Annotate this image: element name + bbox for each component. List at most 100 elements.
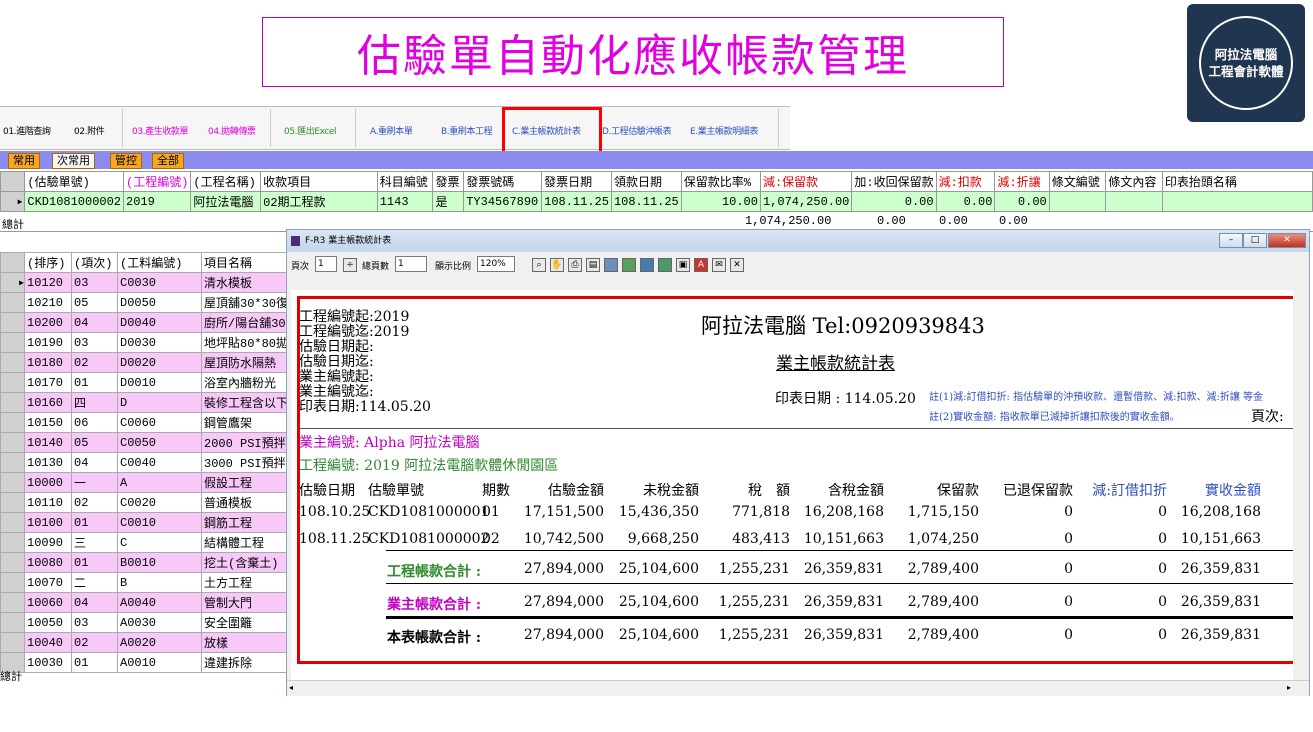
col-invoice[interactable]: 發票: [432, 171, 465, 192]
col-project-name[interactable]: (工程名稱): [190, 171, 262, 192]
table-row[interactable]: ▶ CKD1081000002 2019 阿拉法電腦 02期工程款 1143 是…: [0, 191, 1313, 212]
banner-title: 估驗單自動化應收帳款管理: [357, 31, 909, 82]
col-discount[interactable]: 減:折讓: [994, 171, 1050, 192]
summary-discount: 0.00: [999, 214, 1028, 228]
summary-deduction: 0.00: [939, 214, 968, 228]
close-report-icon[interactable]: ✕: [730, 258, 744, 272]
hand-icon[interactable]: ✋: [550, 258, 564, 272]
horizontal-scrollbar[interactable]: ◂ ▸: [287, 680, 1309, 696]
tab-all[interactable]: 全部: [152, 153, 184, 169]
toolbar-refresh-doc[interactable]: A.重刷本單: [370, 124, 413, 137]
list-item[interactable]: 10030 01 A0010 違建拆除: [0, 652, 301, 673]
col-project-no[interactable]: (工程編號): [123, 171, 192, 192]
col-clause-content[interactable]: 條文內容: [1105, 171, 1163, 192]
row-indicator-icon: ▶: [0, 191, 26, 212]
tab-common[interactable]: 常用: [8, 153, 40, 169]
list-item[interactable]: 10140 05 C0050 2000 PSI預拌混: [0, 432, 301, 453]
list-item[interactable]: ▶ 10120 03 C0030 清水模板: [0, 272, 301, 293]
vertical-scrollbar[interactable]: [1293, 290, 1307, 680]
toolbar-generate-receipt[interactable]: 03.產生收款單: [132, 124, 189, 137]
row-indicator-icon: ▶: [0, 272, 25, 293]
pdf-icon[interactable]: A: [694, 258, 708, 272]
col-receipt-item[interactable]: 收款項目: [260, 171, 378, 192]
list-item[interactable]: 10180 02 D0020 屋頂防水隔熱: [0, 352, 301, 373]
left-summary-label: 總計: [0, 670, 22, 683]
page-input[interactable]: 1: [315, 256, 337, 272]
excel-icon[interactable]: [622, 258, 636, 272]
list-item[interactable]: 10090 三 C 結構體工程: [0, 532, 301, 553]
list-item[interactable]: 10170 01 D0010 浴室內牆粉光: [0, 372, 301, 393]
tab-bar: 常用 次常用 管控 全部: [0, 151, 1313, 169]
html-icon[interactable]: [658, 258, 672, 272]
toolbar-export-excel[interactable]: 05.匯出Excel: [284, 124, 337, 137]
col-retention-rate[interactable]: 保留款比率%: [680, 171, 761, 192]
summary-retention: 1,074,250.00: [745, 214, 832, 228]
list-item[interactable]: 10190 03 D0030 地坪貼80*80拋: [0, 332, 301, 353]
highlight-box: [502, 107, 602, 156]
col-print-title[interactable]: 印表抬頭名稱: [1161, 171, 1313, 192]
col-collect-date[interactable]: 領款日期: [610, 171, 682, 192]
col-account-no[interactable]: 科目編號: [376, 171, 434, 192]
main-toolbar: 01.進階查詢 02.附件 03.產生收款單 04.拋轉傳票 05.匯出Exce…: [0, 106, 790, 150]
col-invoice-no[interactable]: 發票號碼: [463, 171, 543, 192]
col-clause-no[interactable]: 條文編號: [1048, 171, 1107, 192]
report-highlight-box: [297, 296, 1302, 664]
toolbar-refresh-project[interactable]: B.重刷本工程: [441, 124, 493, 137]
list-item[interactable]: 10100 01 C0010 鋼筋工程: [0, 512, 301, 533]
print-icon[interactable]: ⎙: [568, 258, 582, 272]
text-icon[interactable]: ▣: [676, 258, 690, 272]
list-item[interactable]: 10160 四 D 裝修工程含以下: [0, 392, 301, 413]
list-item[interactable]: 10150 06 C0060 鋼管鷹架: [0, 412, 301, 433]
list-item[interactable]: 10110 02 C0020 普通模板: [0, 492, 301, 513]
page-spin-icon[interactable]: ÷: [343, 258, 357, 272]
toolbar-owner-detail[interactable]: E.業主帳款明細表: [690, 124, 758, 137]
list-item[interactable]: 10130 04 C0040 3000 PSI預拌混: [0, 452, 301, 473]
col-sort[interactable]: (排序): [24, 252, 72, 273]
col-doc-no[interactable]: (估驗單號): [24, 171, 125, 192]
list-item[interactable]: 10080 01 B0010 挖土(含棄土): [0, 552, 301, 573]
total-pages-input: 1: [395, 256, 427, 272]
col-retention[interactable]: 減:保留款: [759, 171, 853, 192]
zoom-select[interactable]: 120%: [477, 256, 515, 272]
maximize-button[interactable]: □: [1243, 233, 1267, 248]
company-logo: 阿拉法電腦 工程會計軟體: [1187, 4, 1305, 122]
logo-circle: 阿拉法電腦 工程會計軟體: [1199, 16, 1293, 110]
receipt-grid: (估驗單號) (工程編號) (工程名稱) 收款項目 科目編號 發票 發票號碼 發…: [0, 171, 1313, 212]
report-window[interactable]: F-R3 業主帳款統計表 – □ ✕ 頁次 1 ÷ 總頁數 1 顯示比例 120…: [286, 229, 1310, 696]
toolbar-attachments[interactable]: 02.附件: [74, 124, 105, 137]
window-title: F-R3 業主帳款統計表: [305, 236, 392, 246]
export-icon[interactable]: [604, 258, 618, 272]
summary-label: 總計: [2, 218, 24, 231]
zoom-label: 顯示比例: [435, 262, 472, 272]
toolbar-offset-report[interactable]: D.工程估驗沖帳表: [602, 124, 672, 137]
col-deduction[interactable]: 減:扣款: [935, 171, 996, 192]
list-item[interactable]: 10210 05 D0050 屋頂舖30*30復: [0, 292, 301, 313]
summary-returned: 0.00: [877, 214, 906, 228]
list-item[interactable]: 10060 04 A0040 管制大門: [0, 592, 301, 613]
tab-control[interactable]: 管控: [110, 153, 142, 169]
list-item[interactable]: 10200 04 D0040 廚所/陽台舖30*: [0, 312, 301, 333]
minimize-button[interactable]: –: [1219, 233, 1243, 248]
page-label: 頁次: [291, 262, 310, 272]
col-item-no[interactable]: (項次): [71, 252, 118, 273]
toolbar-advanced-query[interactable]: 01.進階查詢: [3, 124, 51, 137]
list-item[interactable]: 10050 03 A0030 安全圍籬: [0, 612, 301, 633]
word-icon[interactable]: [640, 258, 654, 272]
page-setup-icon[interactable]: ▤: [586, 258, 600, 272]
col-material-no[interactable]: (工料編號): [117, 252, 202, 273]
toolbar-transfer-voucher[interactable]: 04.拋轉傳票: [208, 124, 256, 137]
tab-secondary[interactable]: 次常用: [52, 153, 95, 169]
scroll-right-icon[interactable]: ▸: [1287, 683, 1291, 692]
mail-icon[interactable]: ✉: [712, 258, 726, 272]
list-item[interactable]: 10070 二 B 土方工程: [0, 572, 301, 593]
col-retention-returned[interactable]: 加:收回保留款: [851, 171, 937, 192]
list-item[interactable]: 10000 一 A 假設工程: [0, 472, 301, 493]
col-invoice-date[interactable]: 發票日期: [541, 171, 612, 192]
search-icon[interactable]: ⌕: [532, 258, 546, 272]
grid-header-row: (估驗單號) (工程編號) (工程名稱) 收款項目 科目編號 發票 發票號碼 發…: [0, 171, 1313, 192]
window-titlebar[interactable]: F-R3 業主帳款統計表 – □ ✕: [287, 230, 1309, 252]
list-item[interactable]: 10040 02 A0020 放樣: [0, 632, 301, 653]
logo-line2: 工程會計軟體: [1208, 64, 1284, 79]
scroll-left-icon[interactable]: ◂: [289, 683, 293, 692]
close-button[interactable]: ✕: [1268, 233, 1306, 248]
